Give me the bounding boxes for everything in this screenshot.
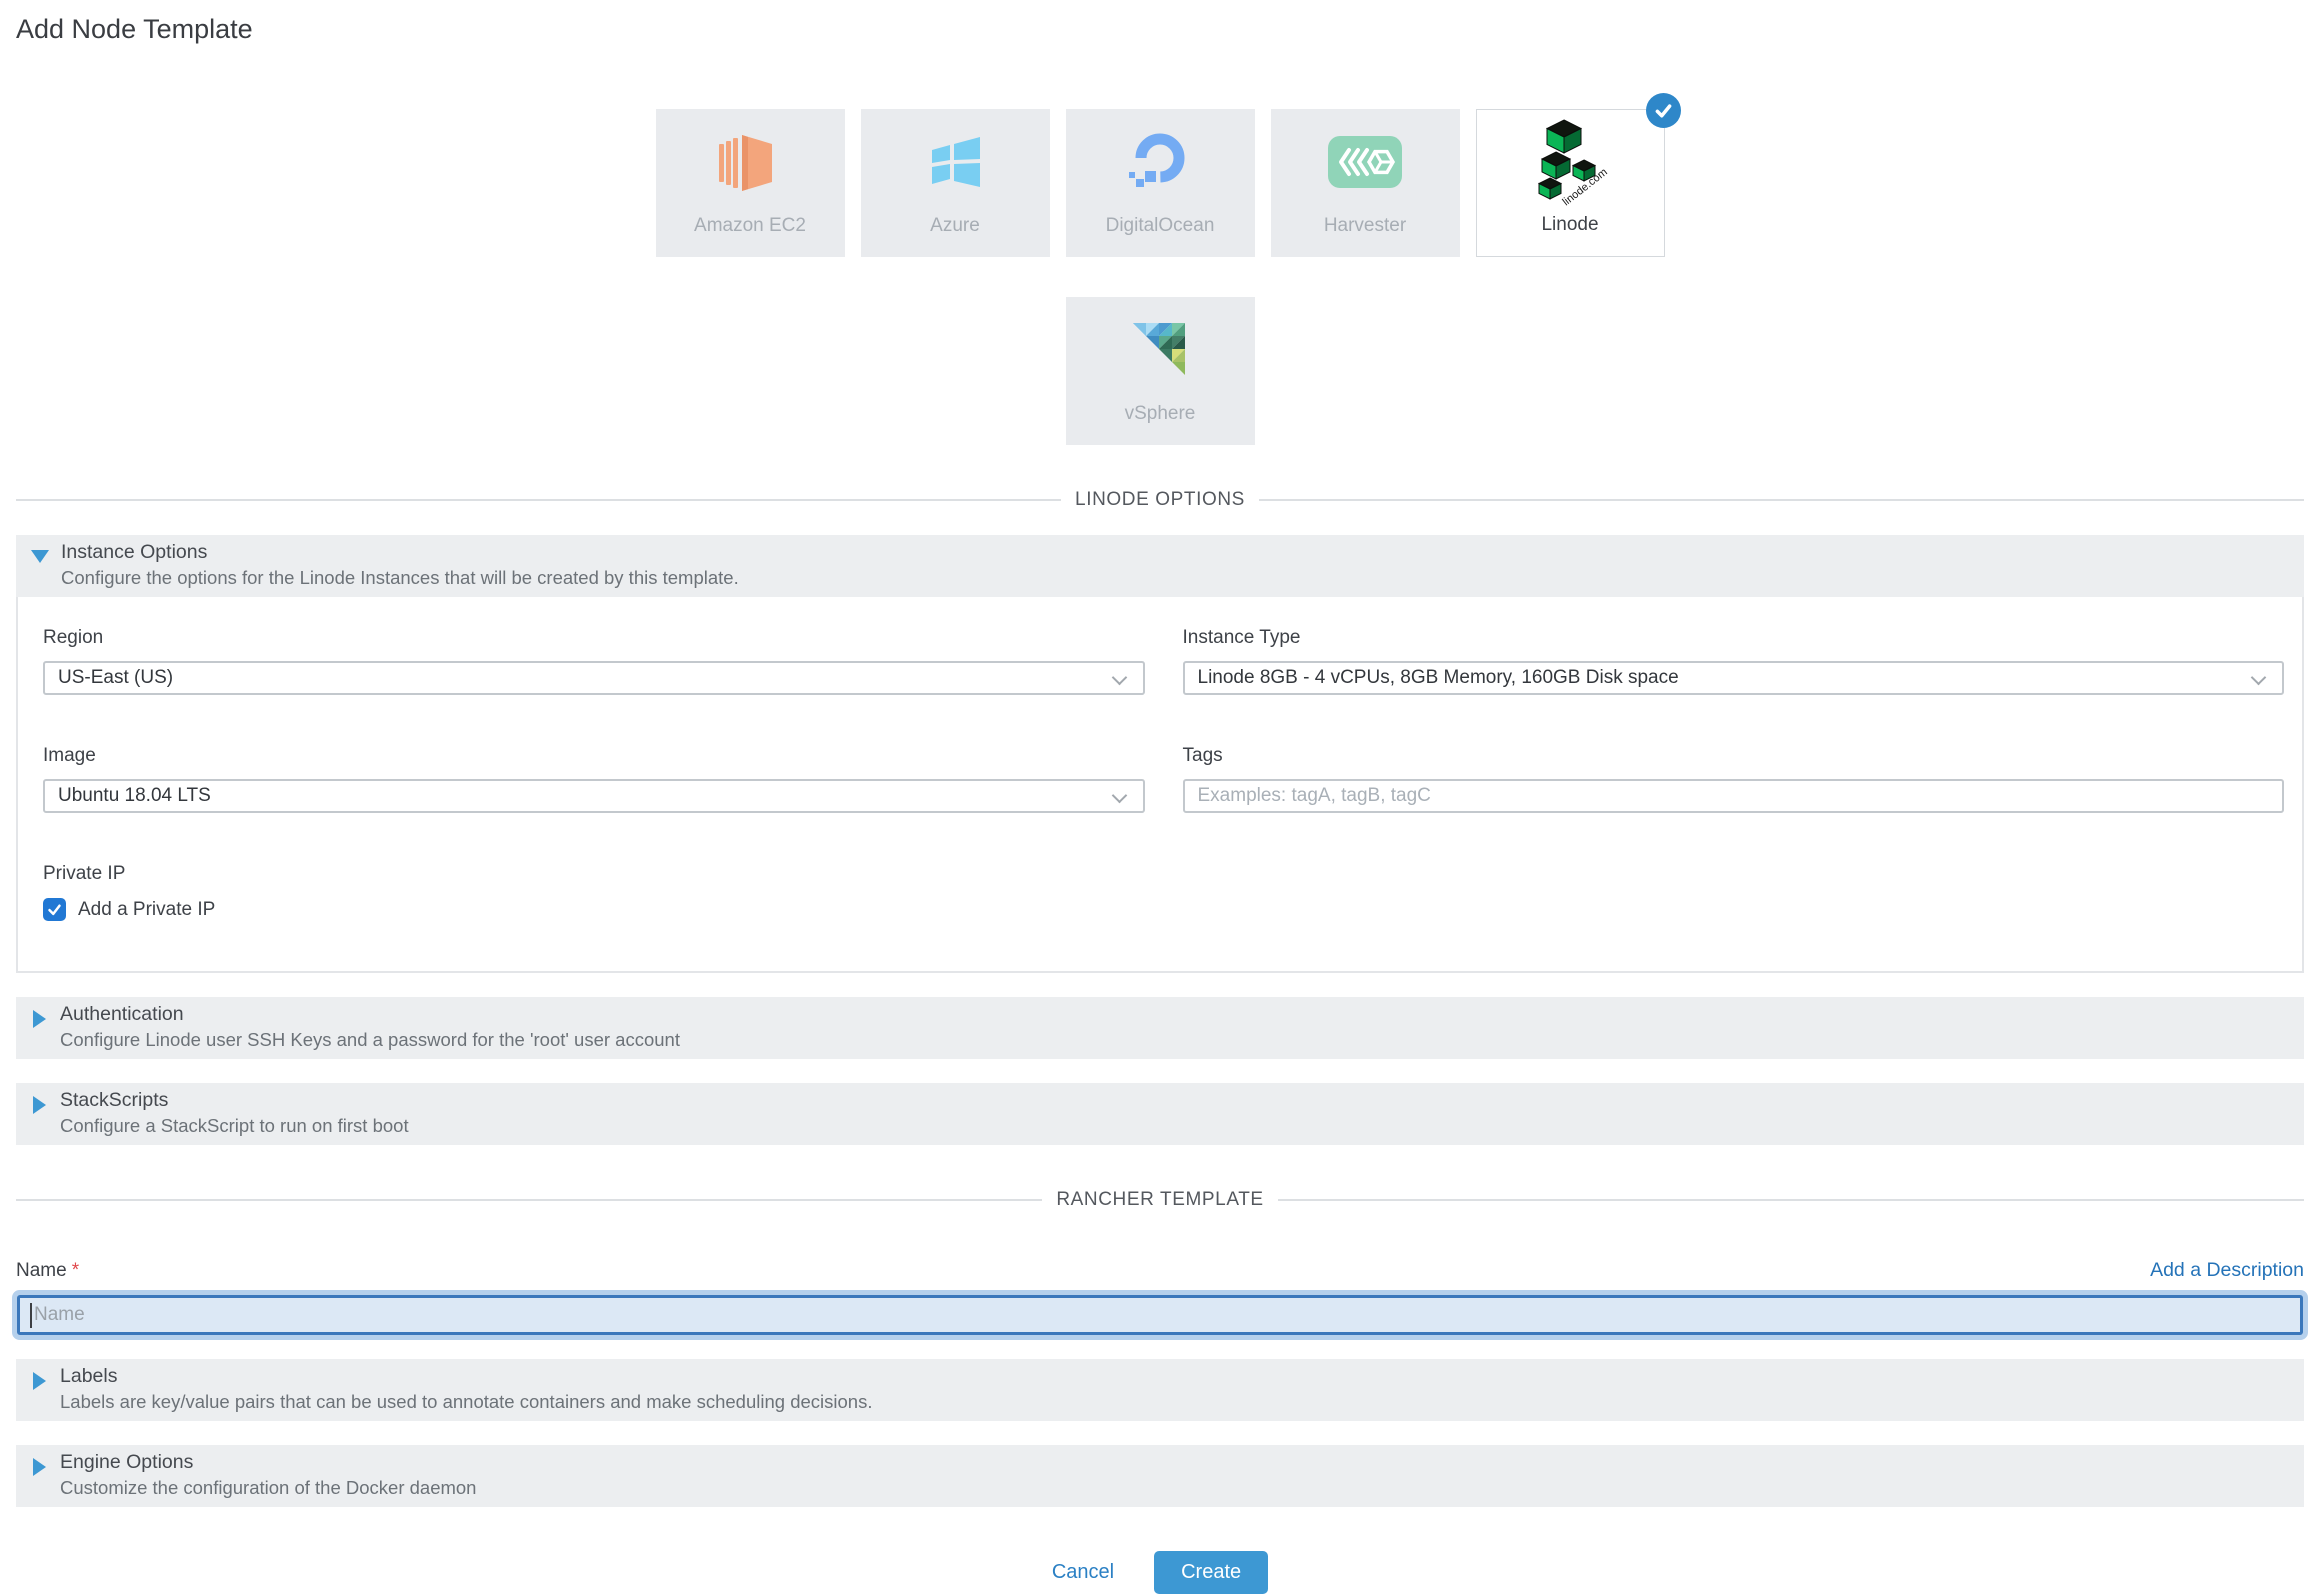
provider-card-vsphere[interactable]: vSphere <box>1066 297 1255 445</box>
create-button[interactable]: Create <box>1154 1551 1268 1594</box>
name-input[interactable] <box>17 1295 2303 1335</box>
add-description-link[interactable]: Add a Description <box>2150 1259 2304 1282</box>
chevron-down-icon <box>1111 670 1127 686</box>
image-label: Image <box>43 745 1145 767</box>
triangle-right-icon <box>33 1372 46 1390</box>
divider-label: RANCHER TEMPLATE <box>1042 1189 1277 1211</box>
section-subtitle: Customize the configuration of the Docke… <box>60 1477 476 1499</box>
divider-line <box>16 499 1061 501</box>
section-stackscripts: StackScripts Configure a StackScript to … <box>16 1083 2304 1145</box>
section-subtitle: Configure the options for the Linode Ins… <box>61 567 739 589</box>
provider-card-label: Amazon EC2 <box>694 215 806 237</box>
instance-options-header[interactable]: Instance Options Configure the options f… <box>16 535 2304 597</box>
instance-type-label: Instance Type <box>1183 627 2285 649</box>
text-caret <box>30 1303 32 1328</box>
provider-card-label: DigitalOcean <box>1106 215 1215 237</box>
check-icon <box>47 902 62 917</box>
required-asterisk: * <box>72 1260 79 1281</box>
chevron-down-icon <box>1111 788 1127 804</box>
page-title: Add Node Template <box>0 0 2320 45</box>
instance-type-select-value: Linode 8GB - 4 vCPUs, 8GB Memory, 160GB … <box>1198 667 1679 689</box>
provider-cards-row-1: Amazon EC2 Azure <box>0 109 2320 257</box>
section-authentication: Authentication Configure Linode user SSH… <box>16 997 2304 1059</box>
section-labels: Labels Labels are key/value pairs that c… <box>16 1359 2304 1421</box>
instance-type-field: Instance Type Linode 8GB - 4 vCPUs, 8GB … <box>1183 627 2285 695</box>
section-title: Instance Options <box>61 541 739 564</box>
name-label: Name <box>16 1260 67 1281</box>
rancher-template-divider: RANCHER TEMPLATE <box>16 1189 2304 1211</box>
region-field: Region US-East (US) <box>43 627 1145 695</box>
divider-line <box>1278 1199 2304 1201</box>
divider-line <box>1259 499 2304 501</box>
section-title: Engine Options <box>60 1451 476 1474</box>
image-select-value: Ubuntu 18.04 LTS <box>58 785 211 807</box>
instance-options-body: Region US-East (US) Instance Type Linode… <box>16 597 2304 973</box>
linode-icon: linode.com <box>1477 110 1664 214</box>
image-field: Image Ubuntu 18.04 LTS <box>43 745 1145 813</box>
stackscripts-header[interactable]: StackScripts Configure a StackScript to … <box>16 1083 2304 1145</box>
tags-input[interactable] <box>1183 779 2285 813</box>
divider-line <box>16 1199 1042 1201</box>
provider-cards: Amazon EC2 Azure <box>0 109 2320 445</box>
triangle-right-icon <box>33 1458 46 1476</box>
provider-card-label: Azure <box>930 215 980 237</box>
provider-card-label: vSphere <box>1125 403 1196 425</box>
section-engine-options: Engine Options Customize the configurati… <box>16 1445 2304 1507</box>
labels-header[interactable]: Labels Labels are key/value pairs that c… <box>16 1359 2304 1421</box>
provider-card-linode[interactable]: linode.com Linode <box>1476 109 1665 257</box>
provider-card-harvester[interactable]: Harvester <box>1271 109 1460 257</box>
triangle-right-icon <box>33 1096 46 1114</box>
provider-card-label: Linode <box>1541 214 1598 236</box>
chevron-down-icon <box>2251 670 2267 686</box>
amazon-ec2-icon <box>656 109 845 215</box>
provider-cards-row-2: vSphere <box>0 297 2320 445</box>
section-title: Authentication <box>60 1003 680 1026</box>
triangle-right-icon <box>33 1010 46 1028</box>
image-select[interactable]: Ubuntu 18.04 LTS <box>43 779 1145 813</box>
check-icon <box>1653 100 1674 121</box>
cancel-button[interactable]: Cancel <box>1052 1561 1114 1584</box>
private-ip-label: Private IP <box>43 863 2284 885</box>
tags-label: Tags <box>1183 745 2285 767</box>
section-title: StackScripts <box>60 1089 409 1112</box>
name-input-wrap <box>17 1295 2303 1335</box>
region-label: Region <box>43 627 1145 649</box>
provider-card-azure[interactable]: Azure <box>861 109 1050 257</box>
footer-actions: Cancel Create <box>0 1551 2320 1594</box>
private-ip-field: Private IP Add a Private IP <box>43 863 2284 921</box>
name-row: Name* Add a Description <box>16 1259 2304 1282</box>
tags-field: Tags <box>1183 745 2285 813</box>
digitalocean-icon <box>1066 109 1255 215</box>
selected-check-badge <box>1646 93 1681 128</box>
provider-card-digitalocean[interactable]: DigitalOcean <box>1066 109 1255 257</box>
engine-options-header[interactable]: Engine Options Customize the configurati… <box>16 1445 2304 1507</box>
section-instance-options: Instance Options Configure the options f… <box>16 535 2304 973</box>
authentication-header[interactable]: Authentication Configure Linode user SSH… <box>16 997 2304 1059</box>
harvester-icon <box>1271 109 1460 215</box>
linode-options-divider: LINODE OPTIONS <box>16 489 2304 511</box>
section-title: Labels <box>60 1365 872 1388</box>
azure-icon <box>861 109 1050 215</box>
instance-type-select[interactable]: Linode 8GB - 4 vCPUs, 8GB Memory, 160GB … <box>1183 661 2285 695</box>
vsphere-icon <box>1066 297 1255 403</box>
provider-card-amazon-ec2[interactable]: Amazon EC2 <box>656 109 845 257</box>
section-subtitle: Configure Linode user SSH Keys and a pas… <box>60 1029 680 1051</box>
provider-card-label: Harvester <box>1324 215 1406 237</box>
divider-label: LINODE OPTIONS <box>1061 489 1259 511</box>
section-subtitle: Configure a StackScript to run on first … <box>60 1115 409 1137</box>
private-ip-checkbox-label[interactable]: Add a Private IP <box>78 899 215 921</box>
region-select[interactable]: US-East (US) <box>43 661 1145 695</box>
region-select-value: US-East (US) <box>58 667 173 689</box>
private-ip-checkbox[interactable] <box>43 898 66 921</box>
section-subtitle: Labels are key/value pairs that can be u… <box>60 1391 872 1413</box>
triangle-down-icon <box>31 550 49 563</box>
